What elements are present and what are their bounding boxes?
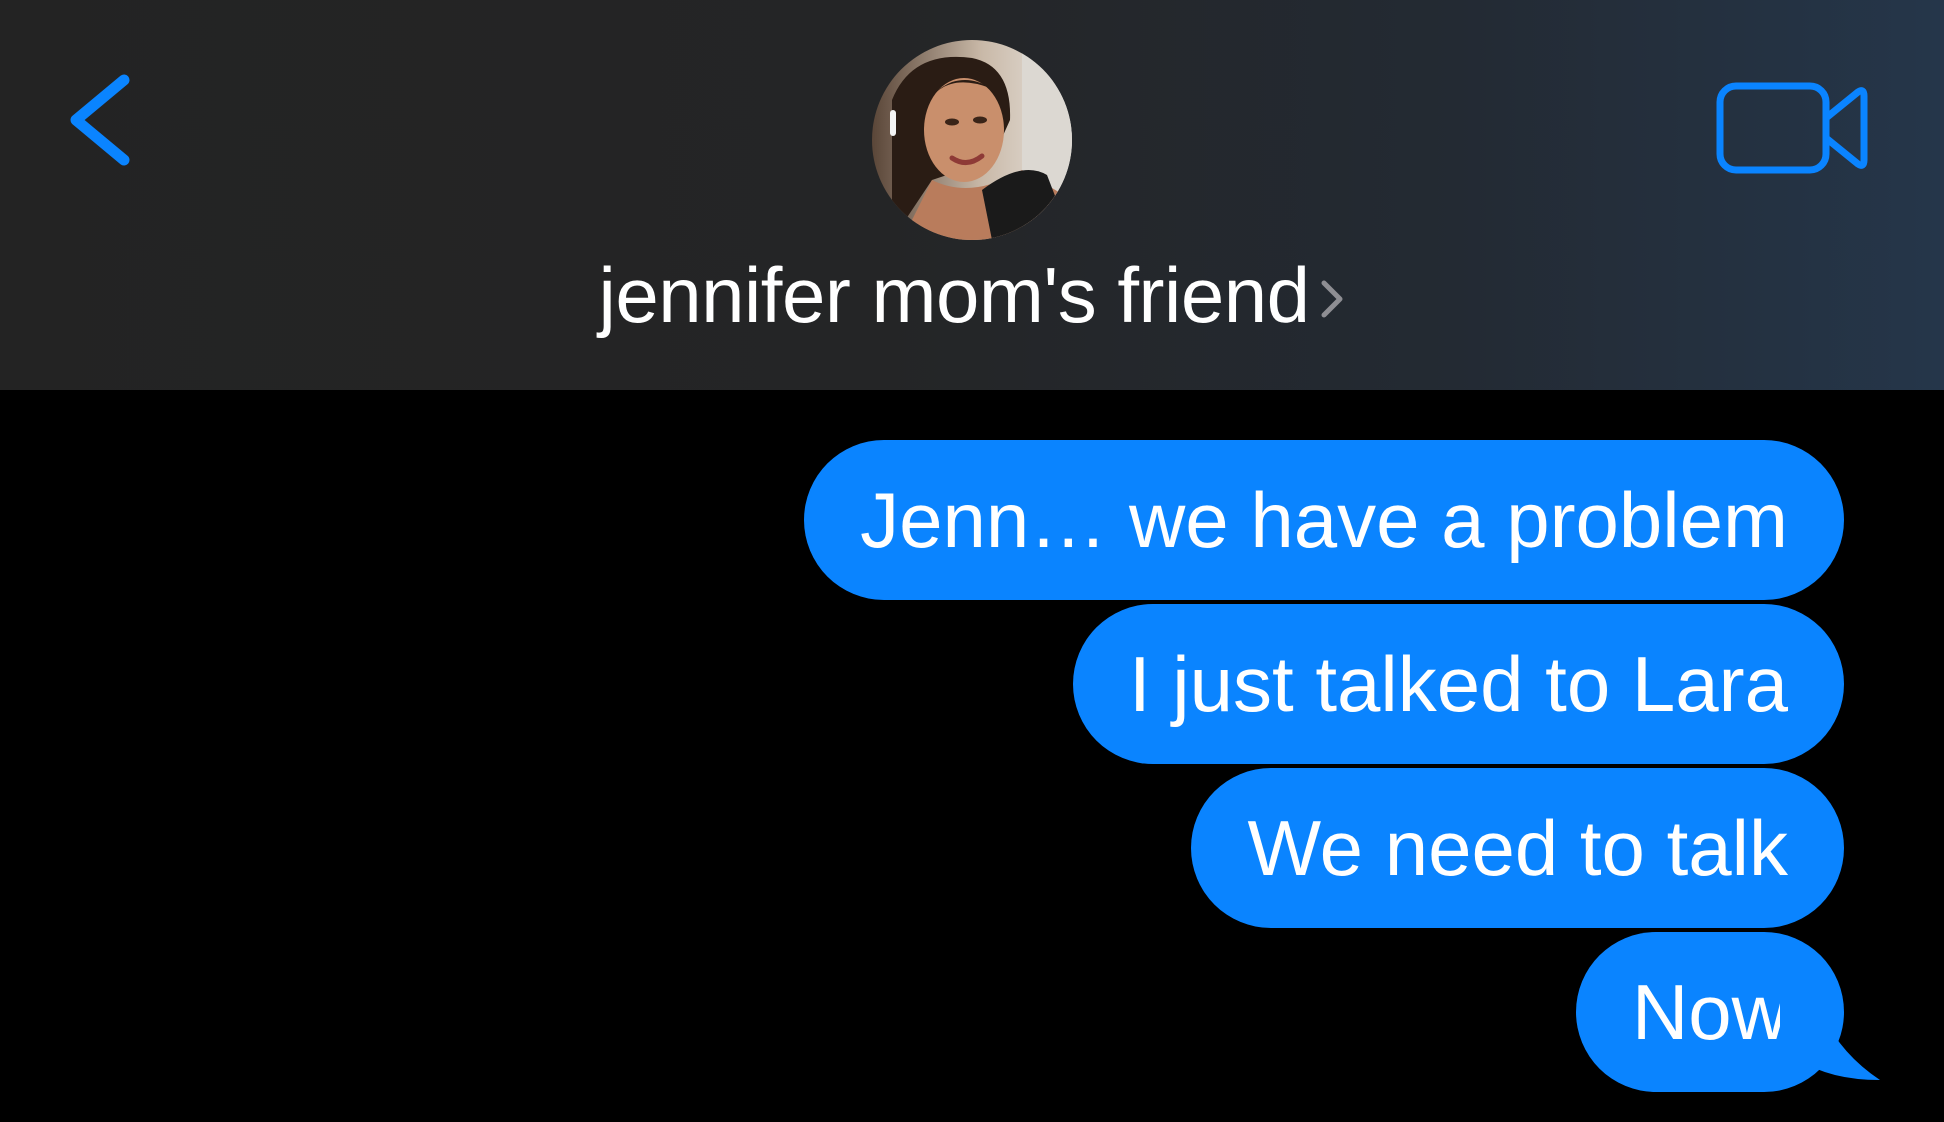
outgoing-message-bubble[interactable]: Jenn… we have a problem bbox=[804, 440, 1844, 600]
contact-name: jennifer mom's friend bbox=[598, 251, 1311, 339]
message-thread[interactable]: Jenn… we have a problem I just talked to… bbox=[0, 390, 1944, 1122]
messages-screen: jennifer mom's friend Jenn… we have a pr… bbox=[0, 0, 1944, 1122]
facetime-video-button[interactable] bbox=[1712, 72, 1872, 184]
outgoing-message-bubble[interactable]: I just talked to Lara bbox=[1072, 604, 1844, 764]
contact-name-button[interactable]: jennifer mom's friend bbox=[0, 250, 1944, 340]
bubble-tail bbox=[1780, 970, 1880, 1080]
avatar-photo bbox=[872, 40, 1072, 240]
conversation-header: jennifer mom's friend bbox=[0, 0, 1944, 390]
contact-avatar[interactable] bbox=[872, 40, 1072, 240]
back-button[interactable] bbox=[52, 60, 162, 190]
video-camera-icon bbox=[1716, 82, 1868, 174]
outgoing-message-bubble[interactable]: We need to talk bbox=[1191, 768, 1844, 928]
chevron-left-icon bbox=[70, 74, 130, 166]
chevron-right-icon bbox=[1321, 280, 1342, 318]
